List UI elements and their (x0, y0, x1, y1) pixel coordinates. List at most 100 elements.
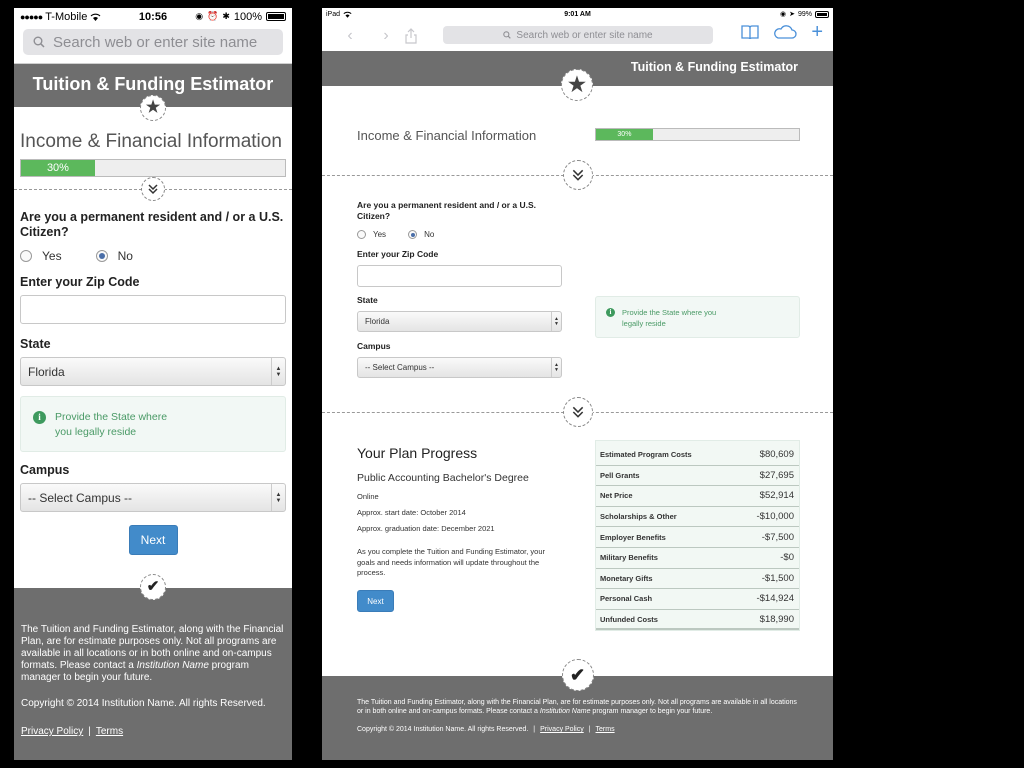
state-select[interactable]: Florida ▲ ▼ (20, 357, 286, 386)
radio-yes-circle[interactable] (20, 250, 32, 262)
section-divider (322, 160, 833, 190)
state-info-box: i Provide the State where you legally re… (595, 296, 800, 338)
copyright: Copyright © 2014 Institution Name. All r… (21, 698, 266, 709)
terms-link[interactable]: Terms (596, 726, 615, 733)
row-value: $80,609 (759, 449, 794, 461)
state-info-box: i Provide the State where you legally re… (20, 396, 286, 452)
chevron-down-icon[interactable] (141, 177, 165, 201)
radio-yes-circle[interactable] (357, 230, 366, 239)
privacy-policy-link[interactable]: Privacy Policy (540, 726, 584, 733)
row-value: -$0 (780, 552, 794, 564)
footer-links: Privacy Policy | Terms (21, 726, 285, 738)
header-title: Tuition & Funding Estimator (630, 60, 798, 74)
info-text: Provide the State where you legally resi… (55, 411, 168, 438)
search-icon (503, 31, 512, 39)
radio-no-circle[interactable] (95, 250, 108, 262)
privacy-policy-link[interactable]: Privacy Policy (21, 726, 83, 737)
next-button[interactable]: Next (357, 590, 394, 612)
footer-disclaimer: The Tuition and Funding Estimator, along… (21, 624, 285, 684)
page-footer: ✔ The Tuition and Funding Estimator, alo… (322, 659, 833, 760)
table-row: Military Benefits -$0 (596, 548, 799, 569)
address-bar[interactable]: Search web or enter site name (23, 29, 283, 55)
progress-bar: 30% (595, 128, 800, 141)
share-icon[interactable] (404, 27, 434, 44)
back-icon[interactable]: ‹ (332, 27, 368, 45)
zip-label: Enter your Zip Code (357, 249, 439, 259)
degree-name: Public Accounting Bachelor's Degree (357, 472, 529, 484)
address-placeholder: Search web or enter site name (53, 33, 258, 51)
radio-no[interactable]: No (408, 230, 434, 239)
progress-fill: 30% (596, 129, 653, 140)
start-date: Approx. start date: October 2014 (357, 508, 466, 517)
select-arrows-icon: ▲ ▼ (271, 358, 285, 385)
chevron-down-icon[interactable] (562, 160, 593, 190)
table-row: Monetary Gifts -$1,500 (596, 569, 799, 590)
bookmarks-icon[interactable] (741, 25, 759, 39)
select-arrows-icon: ▲ ▼ (551, 312, 561, 331)
campus-select[interactable]: -- Select Campus -- ▲ ▼ (357, 357, 562, 378)
row-label: Monetary Gifts (600, 573, 653, 583)
forward-icon[interactable]: › (368, 27, 404, 45)
link-separator: | (88, 726, 91, 737)
table-row: Pell Grants $27,695 (596, 466, 799, 487)
radio-yes-label: Yes (373, 230, 387, 239)
address-bar-container: Search web or enter site name (14, 25, 292, 63)
info-text: Provide the State where you legally resi… (622, 308, 717, 328)
radio-no-circle[interactable] (408, 230, 418, 239)
radio-yes[interactable]: Yes (20, 249, 62, 263)
zip-input[interactable] (357, 265, 562, 287)
status-time: 10:56 (138, 10, 168, 23)
cost-summary-table: Estimated Program Costs $80,609 Pell Gran… (595, 440, 800, 632)
page-footer: ✔ The Tuition and Funding Estimator, alo… (14, 574, 292, 760)
search-icon (33, 36, 45, 48)
radio-no-label: No (117, 249, 133, 263)
star-icon: ★ (561, 69, 593, 101)
graduation-date: Approx. graduation date: December 2021 (357, 524, 495, 533)
residency-radio-group: Yes No (357, 230, 434, 239)
row-label: Personal Cash (600, 594, 653, 604)
checkmark-icon: ✔ (561, 659, 594, 691)
copyright: Copyright © 2014 Institution Name. All r… (357, 726, 529, 733)
program-format: Online (357, 492, 379, 501)
section-divider (322, 397, 833, 427)
row-value: -$14,924 (756, 593, 794, 605)
row-label: Military Benefits (600, 553, 658, 563)
progress-fill: 30% (21, 160, 95, 176)
browser-toolbar: ‹ › Search web or enter site name + (322, 20, 833, 51)
status-bar: ●●●●● T-Mobile 10:56 ◉ ⏰ ✱ 100% (14, 8, 292, 25)
progress-bar: 30% (20, 159, 286, 177)
residency-question: Are you a permanent resident and / or a … (20, 210, 284, 239)
radio-no[interactable]: No (95, 249, 133, 263)
row-label: Estimated Program Costs (600, 450, 692, 460)
next-button[interactable]: Next (128, 525, 178, 555)
plan-progress-title: Your Plan Progress (357, 445, 478, 461)
new-tab-icon[interactable]: + (811, 22, 823, 42)
checkmark-icon: ✔ (140, 574, 166, 600)
table-row: Personal Cash -$14,924 (596, 589, 799, 610)
state-select-value: Florida (365, 317, 390, 326)
battery-icon (815, 10, 829, 18)
campus-select[interactable]: -- Select Campus -- ▲ ▼ (20, 483, 286, 512)
zip-input[interactable] (20, 295, 286, 324)
residency-question: Are you a permanent resident and / or a … (357, 200, 537, 221)
select-arrows-icon: ▲ ▼ (271, 484, 285, 511)
state-label: State (357, 295, 378, 305)
cloud-icon[interactable] (773, 25, 797, 39)
zip-label: Enter your Zip Code (20, 275, 140, 289)
chevron-down-icon[interactable] (562, 397, 593, 427)
radio-yes[interactable]: Yes (357, 230, 386, 239)
plan-description: As you complete the Tuition and Funding … (357, 547, 546, 577)
row-value: $18,990 (759, 613, 794, 625)
disclaimer-text-end: program manager to begin your future. (590, 708, 713, 715)
info-icon: i (606, 308, 615, 317)
toolbar-right: + (741, 22, 823, 42)
state-select[interactable]: Florida ▲ ▼ (357, 311, 562, 332)
page-header: Tuition & Funding Estimator ★ (14, 63, 292, 121)
radio-yes-label: Yes (42, 249, 62, 263)
row-value: -$7,500 (761, 531, 794, 543)
campus-label: Campus (357, 341, 391, 351)
page-header: Tuition & Funding Estimator ★ (322, 51, 833, 101)
status-time: 9:01 AM (564, 10, 591, 18)
terms-link[interactable]: Terms (96, 726, 123, 737)
address-bar[interactable]: Search web or enter site name (443, 26, 713, 44)
